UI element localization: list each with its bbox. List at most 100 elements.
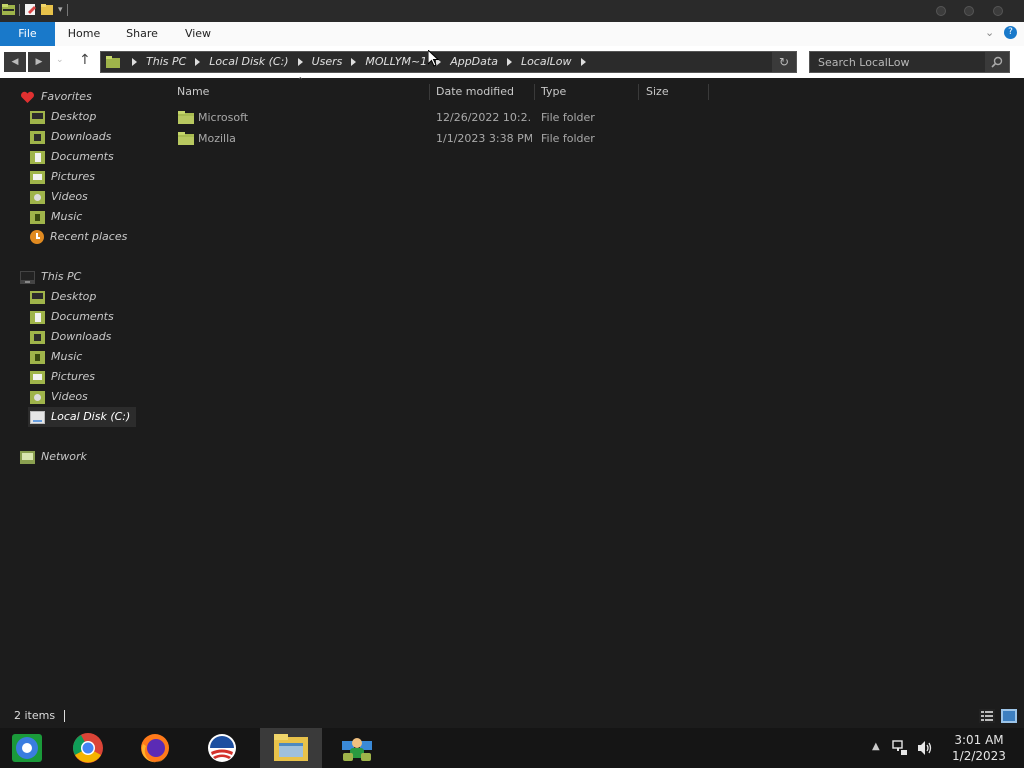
breadcrumb-separator-icon[interactable]: [351, 58, 357, 66]
nav-pc-downloads[interactable]: Downloads: [30, 327, 111, 347]
nav-item-label: Downloads: [51, 330, 112, 343]
nav-pc-videos[interactable]: Videos: [30, 387, 88, 407]
downloads-icon: [30, 130, 45, 144]
column-header-type[interactable]: Type: [541, 83, 566, 101]
taskbar-app-chrome[interactable]: [60, 728, 118, 768]
up-arrow-icon[interactable]: ↑: [79, 52, 91, 68]
nav-network[interactable]: Network: [20, 447, 87, 467]
nav-item-label: Documents: [51, 310, 114, 323]
breadcrumb-this-pc[interactable]: This PC: [146, 52, 186, 72]
column-separator[interactable]: [534, 84, 535, 100]
search-button[interactable]: [985, 52, 1009, 72]
breadcrumb-mollym[interactable]: MOLLYM~1: [365, 52, 427, 72]
breadcrumb-separator-icon[interactable]: [506, 58, 512, 66]
search-box: [809, 51, 1010, 73]
column-header-size[interactable]: Size: [646, 83, 669, 101]
nav-pc-documents[interactable]: Documents: [30, 307, 114, 327]
desktop-icon: [30, 110, 45, 124]
forward-button[interactable]: ▶: [28, 52, 50, 72]
documents-icon: [30, 310, 45, 324]
search-input[interactable]: [810, 52, 990, 72]
breadcrumb-separator-icon[interactable]: [580, 58, 586, 66]
folder-icon: [178, 132, 194, 145]
nav-pc-pictures[interactable]: Pictures: [30, 367, 95, 387]
item-count: 2 items: [14, 709, 56, 722]
music-icon: [30, 210, 45, 224]
address-bar[interactable]: This PC Local Disk (C:) Users MOLLYM~1 A…: [100, 51, 797, 73]
nav-favorites-downloads[interactable]: Downloads: [30, 127, 111, 147]
taskbar-app-network-people[interactable]: [328, 728, 386, 768]
nav-network-label: Network: [41, 450, 87, 463]
customize-toolbar-chevron-icon[interactable]: ▾: [58, 5, 63, 15]
nav-pc-music[interactable]: Music: [30, 347, 82, 367]
properties-icon[interactable]: [24, 3, 37, 16]
toolbar-separator: [19, 3, 20, 16]
column-header-date-modified[interactable]: Date modified: [436, 83, 514, 101]
minimize-button[interactable]: [936, 6, 946, 16]
back-button[interactable]: ◀: [4, 52, 26, 72]
large-icons-view-icon[interactable]: [1001, 709, 1017, 723]
status-bar: 2 items: [0, 706, 1024, 728]
nav-favorites-videos[interactable]: Videos: [30, 187, 88, 207]
breadcrumb-separator-icon[interactable]: [132, 58, 137, 66]
ribbon-tabs: File Home Share View ⌄ ?: [0, 22, 1024, 46]
column-separator[interactable]: [708, 84, 709, 100]
forward-arrow-icon: ▶: [35, 57, 43, 67]
folder-icon: [106, 56, 120, 68]
explorer-content: Favorites Desktop Downloads Documents Pi…: [0, 76, 1024, 730]
computer-icon: [20, 270, 35, 284]
nav-favorites[interactable]: Favorites: [20, 87, 92, 107]
recent-locations-chevron-icon[interactable]: ⌄: [56, 55, 64, 65]
nav-favorites-pictures[interactable]: Pictures: [30, 167, 95, 187]
table-row[interactable]: Mozilla 1/1/2023 3:38 PM File folder: [172, 129, 692, 149]
taskbar-app-chromium[interactable]: [0, 728, 58, 768]
breadcrumb-separator-icon[interactable]: [195, 58, 201, 66]
chrome-icon: [73, 733, 103, 763]
breadcrumb-local-disk[interactable]: Local Disk (C:): [209, 52, 288, 72]
file-name: Mozilla: [198, 132, 236, 145]
network-icon: [20, 450, 35, 464]
tab-view[interactable]: View: [178, 22, 218, 46]
obama-campaign-icon: [208, 734, 236, 762]
file-type: File folder: [541, 111, 595, 124]
column-header-name[interactable]: Name: [177, 83, 209, 101]
taskbar-app-file-explorer[interactable]: [260, 728, 322, 768]
close-button[interactable]: [993, 6, 1003, 16]
folder-icon: [178, 111, 194, 124]
volume-icon[interactable]: [917, 740, 934, 756]
table-row[interactable]: Microsoft 12/26/2022 10:2... File folder: [172, 108, 692, 128]
taskbar-app-obama-campaign[interactable]: [192, 728, 250, 768]
column-separator[interactable]: [429, 84, 430, 100]
breadcrumb-appdata[interactable]: AppData: [450, 52, 498, 72]
nav-favorites-recent-places[interactable]: Recent places: [30, 227, 127, 247]
nav-pc-desktop[interactable]: Desktop: [30, 287, 96, 307]
taskbar-app-firefox[interactable]: [126, 728, 184, 768]
breadcrumb-users[interactable]: Users: [312, 52, 343, 72]
details-view-icon[interactable]: [979, 709, 995, 723]
tab-home[interactable]: Home: [62, 22, 106, 46]
heart-icon: [21, 91, 34, 103]
nav-item-label: Videos: [51, 390, 88, 403]
network-status-icon[interactable]: [892, 740, 908, 756]
breadcrumb-locallow[interactable]: LocalLow: [521, 52, 572, 72]
nav-pc-local-disk[interactable]: Local Disk (C:): [28, 407, 136, 427]
breadcrumb: This PC Local Disk (C:) Users MOLLYM~1 A…: [123, 52, 595, 72]
nav-this-pc[interactable]: This PC: [20, 267, 81, 287]
music-icon: [30, 350, 45, 364]
help-icon[interactable]: ?: [1004, 26, 1017, 39]
new-folder-icon[interactable]: [41, 3, 54, 16]
maximize-button[interactable]: [964, 6, 974, 16]
refresh-button[interactable]: ↻: [772, 52, 796, 72]
refresh-icon: ↻: [778, 55, 790, 69]
toolbar-separator: [66, 3, 68, 16]
tab-share[interactable]: Share: [120, 22, 164, 46]
expand-ribbon-chevron-icon[interactable]: ⌄: [985, 26, 994, 39]
taskbar-clock[interactable]: 3:01 AM 1/2/2023: [946, 732, 1012, 764]
column-separator[interactable]: [638, 84, 639, 100]
show-hidden-icons-chevron-icon[interactable]: ▲: [872, 741, 880, 752]
nav-favorites-desktop[interactable]: Desktop: [30, 107, 96, 127]
nav-favorites-music[interactable]: Music: [30, 207, 82, 227]
tab-file[interactable]: File: [0, 22, 55, 46]
nav-favorites-documents[interactable]: Documents: [30, 147, 114, 167]
breadcrumb-separator-icon[interactable]: [297, 58, 303, 66]
